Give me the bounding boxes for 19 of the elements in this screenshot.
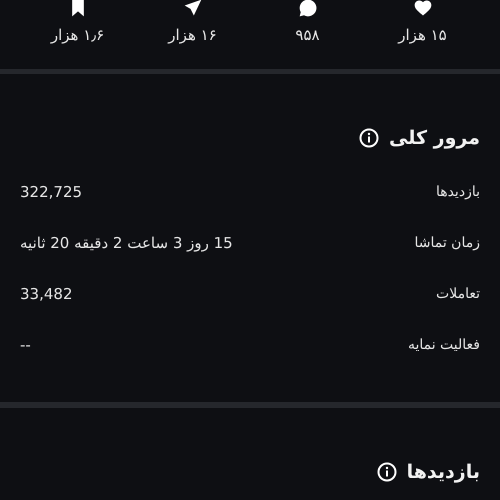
stat-count: ۱۶ هزار <box>168 26 217 44</box>
metric-value: 15 روز 3 ساعت 2 دقیقه 20 ثانیه <box>20 234 233 252</box>
section-title: بازدیدها <box>406 461 480 483</box>
metric-value: -- <box>20 336 31 354</box>
metric-label: زمان تماشا <box>414 234 480 251</box>
info-icon[interactable] <box>359 128 380 148</box>
metric-label: تعاملات <box>436 286 480 302</box>
metric-value: 322,725 <box>20 182 82 201</box>
metric-value: 33,482 <box>20 284 72 303</box>
heart-icon <box>412 0 432 18</box>
metric-label: فعالیت نمایه <box>408 336 480 353</box>
stat-count: ۱۵ هزار <box>398 26 447 44</box>
metric-label: بازدیدها <box>436 184 480 200</box>
section-title: مرور کلی <box>389 127 480 150</box>
stat-count: ۱٫۶ هزار <box>50 26 104 44</box>
speech-bubble-icon <box>298 0 318 18</box>
send-icon <box>182 0 202 18</box>
stat-count: ۹۵۸ <box>295 26 320 44</box>
info-icon[interactable] <box>376 462 397 482</box>
